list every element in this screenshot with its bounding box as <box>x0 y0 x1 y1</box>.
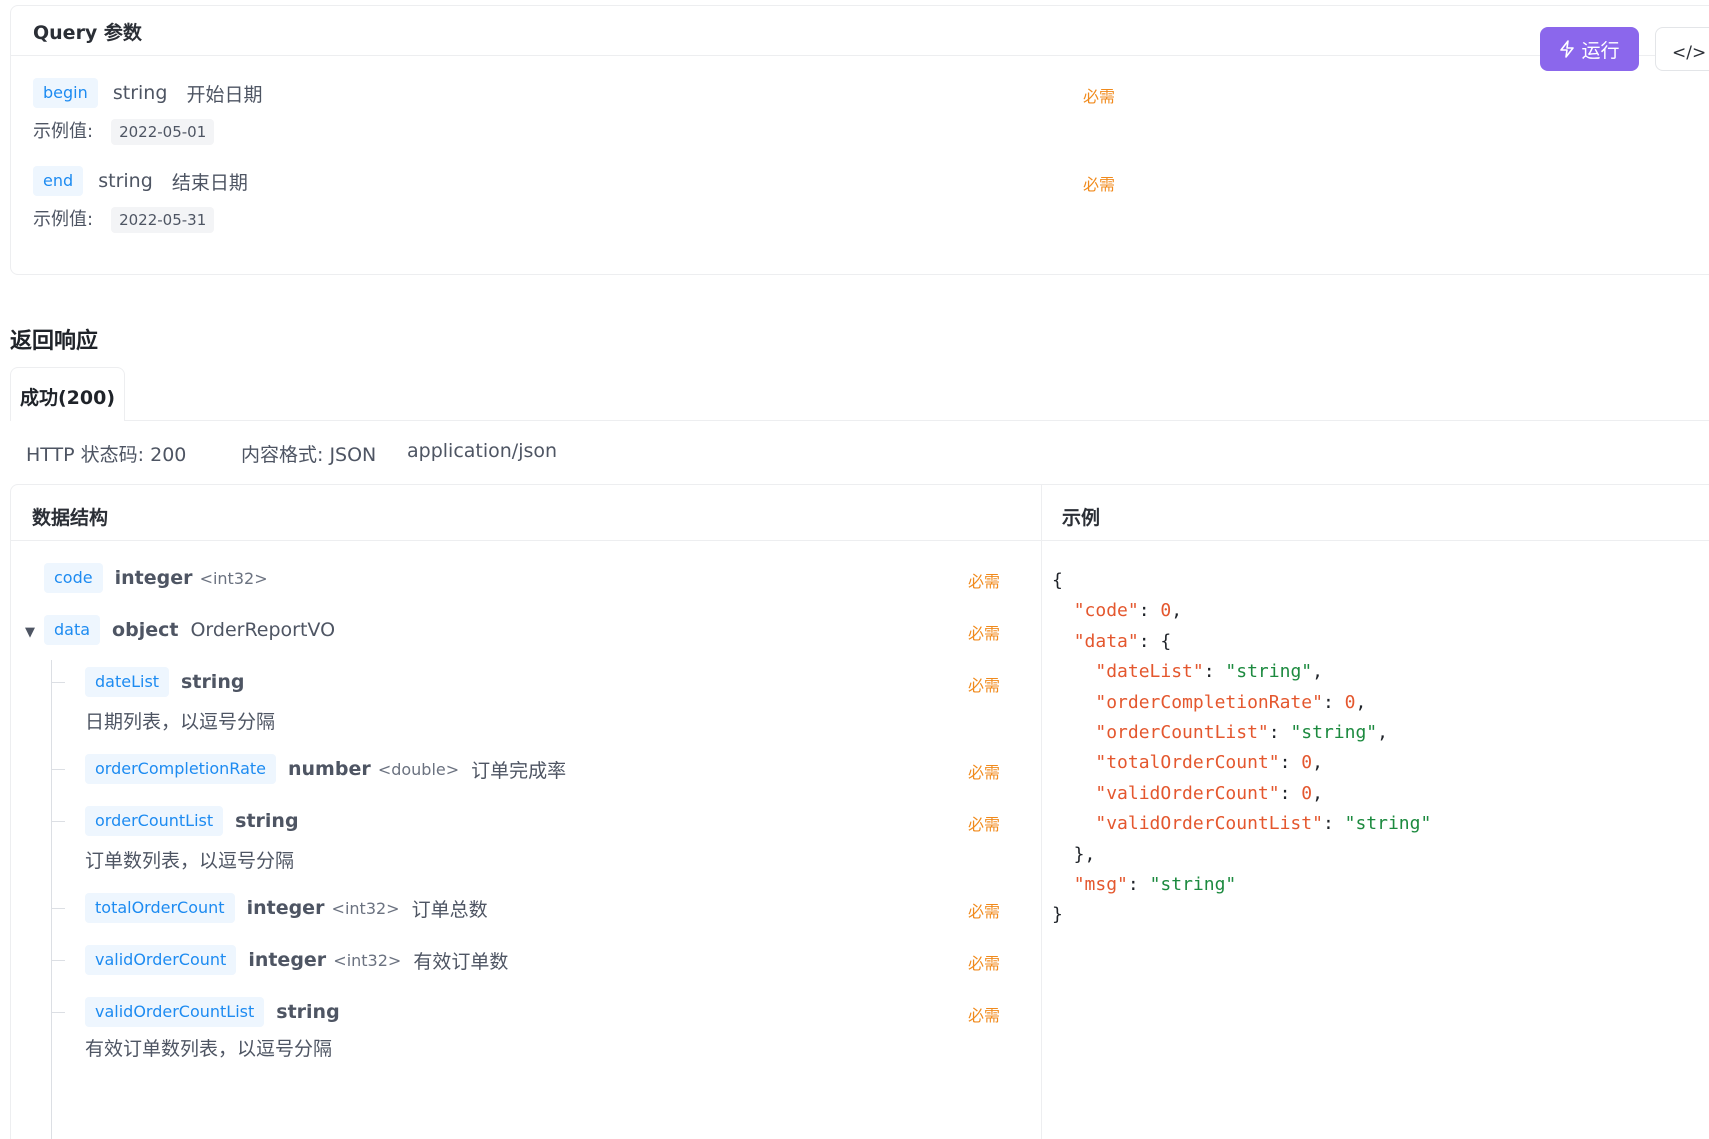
tree-guide-line <box>51 660 52 1139</box>
example-label: 示例值: <box>33 209 94 230</box>
lightning-icon <box>1560 40 1575 58</box>
required-badge: 必需 <box>1083 175 1116 194</box>
field-name-tag: totalOrderCount <box>85 893 235 923</box>
response-section-title: 返回响应 <box>10 329 99 354</box>
field-desc: 订单数列表，以逗号分隔 <box>85 850 295 872</box>
field-name-tag: data <box>44 615 101 645</box>
json-line: } <box>1052 904 1063 926</box>
field-desc: 订单完成率 <box>471 759 567 782</box>
json-line: "orderCompletionRate": 0, <box>1095 691 1367 713</box>
param-end: end string 结束日期 <box>33 166 248 196</box>
param-name-tag: begin <box>33 78 98 108</box>
required-badge: 必需 <box>968 815 1001 834</box>
param-name-tag: end <box>33 166 84 196</box>
tree-branch <box>51 682 65 683</box>
field-orderCountList: orderCountList string <box>85 806 299 836</box>
field-code: code integer <int32> <box>44 563 268 593</box>
field-desc: 日期列表，以逗号分隔 <box>85 711 276 733</box>
field-dateList: dateList string <box>85 667 244 697</box>
field-type: integer <box>248 949 327 971</box>
response-schema-card: 数据结构 示例 code integer <int32> 必需 ▼ data obj… <box>10 484 1709 1139</box>
field-name-tag: code <box>44 563 103 593</box>
http-status: HTTP 状态码: 200 <box>26 444 187 466</box>
field-type: number <box>288 758 371 780</box>
run-button[interactable]: 运行 <box>1540 27 1639 71</box>
json-line: "msg": "string" <box>1073 874 1237 896</box>
param-example-row: 示例值: 2022-05-01 <box>33 117 215 145</box>
field-validOrderCountList: validOrderCountList string <box>85 997 340 1027</box>
field-name-tag: orderCompletionRate <box>85 754 276 784</box>
structure-title: 数据结构 <box>32 507 109 529</box>
collapse-caret-icon[interactable]: ▼ <box>25 625 35 640</box>
field-type: string <box>181 671 245 693</box>
field-type: integer <box>246 897 325 919</box>
required-badge: 必需 <box>1083 87 1116 106</box>
field-name-tag: orderCountList <box>85 806 224 836</box>
field-desc: 订单总数 <box>411 898 488 921</box>
tab-divider <box>10 420 1709 421</box>
tree-branch <box>51 821 65 822</box>
field-format: <int32> <box>331 898 400 918</box>
field-totalOrderCount: totalOrderCount integer <int32> 订单总数 <box>85 893 488 923</box>
field-type: string <box>276 1001 340 1023</box>
field-name-tag: validOrderCount <box>85 945 237 975</box>
example-label: 示例值: <box>33 121 94 142</box>
field-type: object <box>112 619 179 641</box>
generate-code-label: </> 生 <box>1672 43 1709 63</box>
query-params-title: Query 参数 <box>11 6 1709 56</box>
field-data: data object OrderReportVO <box>44 615 335 645</box>
field-desc: 有效订单数 <box>413 950 509 973</box>
param-example-row: 示例值: 2022-05-31 <box>33 205 215 233</box>
json-line: "code": 0, <box>1073 600 1183 622</box>
required-badge: 必需 <box>968 624 1001 643</box>
header-divider <box>11 540 1709 541</box>
field-name-tag: dateList <box>85 667 170 697</box>
field-type: integer <box>114 567 193 589</box>
json-line: "dateList": "string", <box>1095 661 1323 683</box>
tree-branch <box>51 960 65 961</box>
json-line: "totalOrderCount": 0, <box>1095 752 1323 774</box>
field-desc: 有效订单数列表，以逗号分隔 <box>85 1038 333 1060</box>
field-format: <int32> <box>333 950 402 970</box>
json-line: { <box>1052 570 1063 591</box>
json-line: "validOrderCount": 0, <box>1095 782 1323 804</box>
param-desc: 开始日期 <box>186 83 263 106</box>
required-badge: 必需 <box>968 763 1001 782</box>
required-badge: 必需 <box>968 954 1001 973</box>
json-example: { "code": 0, "data": { "dateList": "stri… <box>1052 566 1431 931</box>
example-title: 示例 <box>1062 507 1101 529</box>
tree-branch <box>51 908 65 909</box>
field-name-tag: validOrderCountList <box>85 997 265 1027</box>
field-type: string <box>235 810 299 832</box>
field-orderCompletionRate: orderCompletionRate number <double> 订单完成率 <box>85 754 566 784</box>
example-value: 2022-05-01 <box>111 119 215 145</box>
generate-code-button[interactable]: </> 生 <box>1655 27 1709 71</box>
json-line: }, <box>1052 843 1096 865</box>
field-validOrderCount: validOrderCount integer <int32> 有效订单数 <box>85 945 508 975</box>
query-params-card: Query 参数 begin string 开始日期 必需 示例值: 2022-0… <box>10 5 1709 275</box>
param-type: string <box>98 170 153 192</box>
required-badge: 必需 <box>968 1006 1001 1025</box>
field-desc: OrderReportVO <box>190 619 336 641</box>
run-button-label: 运行 <box>1581 39 1620 62</box>
content-type: application/json <box>407 440 558 462</box>
tab-success-200[interactable]: 成功(200) <box>10 367 126 421</box>
content-format: 内容格式: JSON <box>241 444 377 466</box>
required-badge: 必需 <box>968 572 1001 591</box>
tree-branch <box>51 1012 65 1013</box>
json-line: "orderCountList": "string", <box>1095 722 1388 744</box>
json-line: "data": { <box>1073 630 1172 652</box>
column-divider <box>1041 485 1042 1139</box>
field-format: <double> <box>377 759 460 779</box>
required-badge: 必需 <box>968 902 1001 921</box>
param-begin: begin string 开始日期 <box>33 78 263 108</box>
json-line: "validOrderCountList": "string" <box>1095 813 1432 835</box>
param-type: string <box>112 82 168 104</box>
example-value: 2022-05-31 <box>111 207 215 233</box>
param-desc: 结束日期 <box>171 171 248 194</box>
field-format: <int32> <box>199 568 268 588</box>
tree-branch <box>51 769 65 770</box>
required-badge: 必需 <box>968 676 1001 695</box>
